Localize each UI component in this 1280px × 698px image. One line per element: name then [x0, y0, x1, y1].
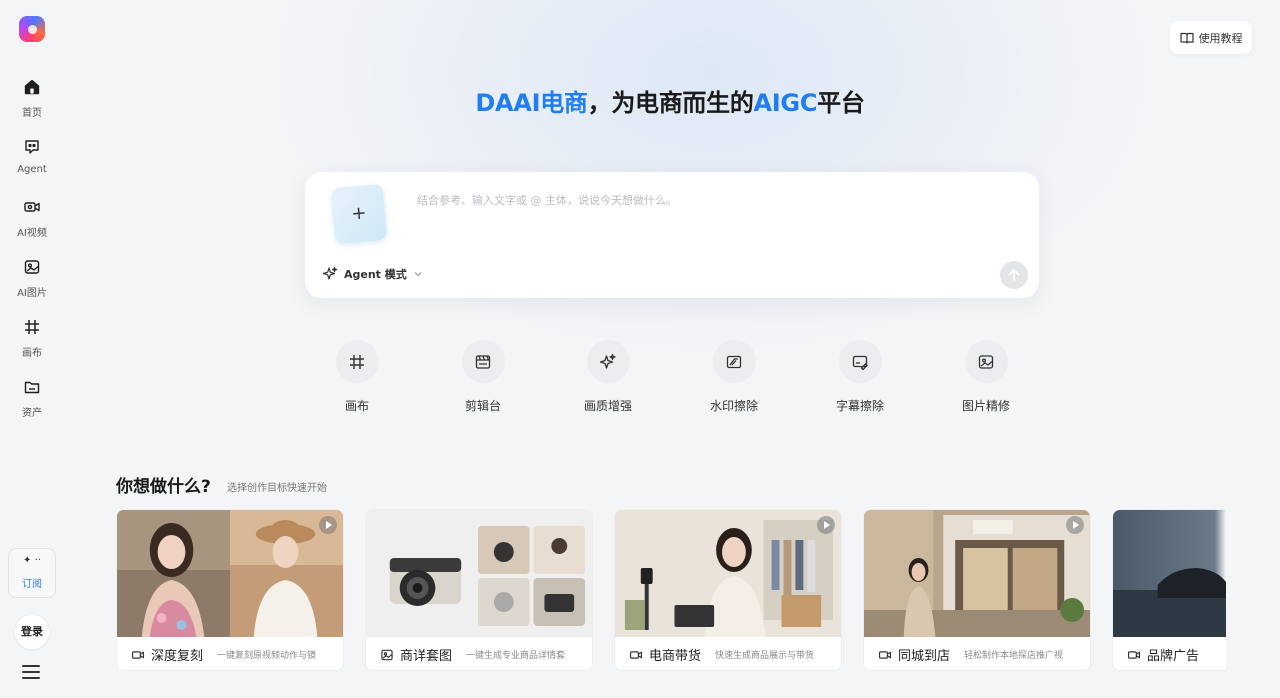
tool-subtitle-erase[interactable]: 字幕擦除	[820, 340, 900, 414]
tool-label: 画质增强	[583, 399, 632, 413]
image-icon	[381, 649, 393, 660]
card-preview-image	[1113, 510, 1226, 637]
sparkle-icon	[599, 353, 616, 369]
card-ecommerce-selling[interactable]: 电商带货 快速生成商品展示与带货	[614, 509, 842, 671]
agent-mode-label: Agent 模式	[344, 268, 407, 281]
video-camera-icon	[629, 650, 643, 659]
subscribe-sparkle-icon: ✦ ··	[23, 555, 41, 566]
upload-reference-button[interactable]: +	[330, 183, 388, 245]
grid-canvas-icon	[25, 320, 39, 334]
sidebar-item-agent[interactable]: Agent	[0, 138, 64, 175]
card-title: 电商带货	[649, 649, 702, 664]
card-preview-image	[615, 510, 841, 637]
card-product-detail-set[interactable]: 商详套图 一键生成专业商品详情套	[365, 509, 593, 671]
sidebar-item-label: AI图片	[17, 288, 47, 299]
tool-editing-desk[interactable]: 剪辑台	[443, 340, 523, 414]
subscribe-label: 订阅	[22, 579, 42, 590]
chevron-down-icon	[414, 272, 422, 277]
sidebar-item-label: 资产	[22, 408, 42, 419]
card-brand-ad[interactable]: 品牌广告	[1112, 509, 1226, 671]
play-icon	[817, 516, 835, 534]
play-icon	[319, 516, 337, 534]
sidebar-item-label: Agent	[17, 164, 47, 175]
book-icon	[1179, 32, 1194, 44]
title-mid: ，为电商而生的	[587, 89, 754, 117]
card-title: 深度复刻	[151, 649, 204, 664]
tutorial-label: 使用教程	[1198, 31, 1243, 45]
sparkle-icon	[322, 266, 338, 280]
card-local-store[interactable]: 同城到店 轻松制作本地探店推广视	[863, 509, 1091, 671]
title-brand: DAAI电商	[475, 89, 588, 117]
card-description: 一键生成专业商品详情套	[466, 651, 566, 661]
send-button[interactable]	[1000, 261, 1028, 289]
card-preview-image	[366, 510, 592, 637]
hamburger-menu-icon[interactable]	[22, 665, 40, 681]
sidebar-item-canvas[interactable]: 画布	[0, 318, 64, 359]
video-camera-icon	[1127, 650, 1141, 659]
prompt-card: + Agent 模式	[305, 172, 1039, 298]
grid-canvas-icon	[350, 354, 364, 369]
card-description: 快速生成商品展示与带货	[715, 651, 815, 661]
app-logo[interactable]	[19, 16, 45, 42]
image-icon	[24, 260, 40, 274]
sidebar-item-assets[interactable]: 资产	[0, 378, 64, 419]
title-aigc: AIGC	[753, 89, 818, 117]
clapperboard-icon	[475, 354, 491, 369]
video-camera-icon	[131, 650, 145, 659]
card-deep-replicate[interactable]: 深度复刻 一键复刻原视频动作与镜	[116, 509, 344, 671]
title-end: 平台	[817, 89, 865, 117]
subtitle-eraser-icon	[852, 355, 868, 370]
folder-icon	[24, 381, 40, 394]
sidebar-item-label: AI视频	[17, 228, 47, 239]
tool-label: 画布	[344, 399, 369, 413]
tutorial-button[interactable]: 使用教程	[1170, 21, 1252, 54]
tool-watermark-erase[interactable]: 水印擦除	[694, 340, 774, 414]
tool-label: 字幕擦除	[835, 399, 884, 413]
card-title: 同城到店	[898, 649, 951, 664]
arrow-up-icon	[1008, 269, 1020, 281]
video-camera-icon	[24, 202, 40, 212]
tool-canvas[interactable]: 画布	[317, 340, 397, 414]
sidebar-item-ai-image[interactable]: AI图片	[0, 258, 64, 299]
card-title: 商详套图	[400, 649, 453, 664]
card-preview-image	[864, 510, 1090, 637]
agent-mode-dropdown[interactable]: Agent 模式	[322, 266, 423, 282]
card-description: 一键复刻原视频动作与镜	[217, 651, 317, 661]
page-title: DAAI电商，为电商而生的AIGC平台	[0, 83, 1280, 118]
goal-cards-carousel: 深度复刻 一键复刻原视频动作与镜 商详套图 一键生成专业商品详情套 电商带货 快…	[116, 509, 1226, 671]
sidebar-item-label: 画布	[22, 348, 42, 359]
subscribe-button[interactable]: ✦ ·· 订阅	[8, 548, 56, 598]
tool-label: 剪辑台	[464, 399, 501, 413]
tool-image-retouch[interactable]: 图片精修	[946, 340, 1026, 414]
video-camera-icon	[878, 650, 892, 659]
watermark-eraser-icon	[726, 355, 742, 368]
sidebar-item-ai-video[interactable]: AI视频	[0, 198, 64, 239]
tool-quality-enhance[interactable]: 画质增强	[568, 340, 648, 414]
image-retouch-icon	[978, 354, 994, 369]
login-button[interactable]: 登录	[15, 615, 49, 649]
play-icon	[1066, 516, 1084, 534]
tool-label: 水印擦除	[709, 399, 758, 413]
card-preview-image	[117, 510, 343, 637]
card-title: 品牌广告	[1147, 649, 1200, 664]
section-subtitle: 选择创作目标快速开始	[227, 483, 327, 494]
agent-chat-icon	[25, 140, 39, 154]
prompt-input[interactable]	[417, 194, 977, 207]
tool-label: 图片精修	[961, 399, 1010, 413]
section-title: 你想做什么?	[116, 477, 211, 497]
card-description: 轻松制作本地探店推广视	[964, 651, 1064, 661]
